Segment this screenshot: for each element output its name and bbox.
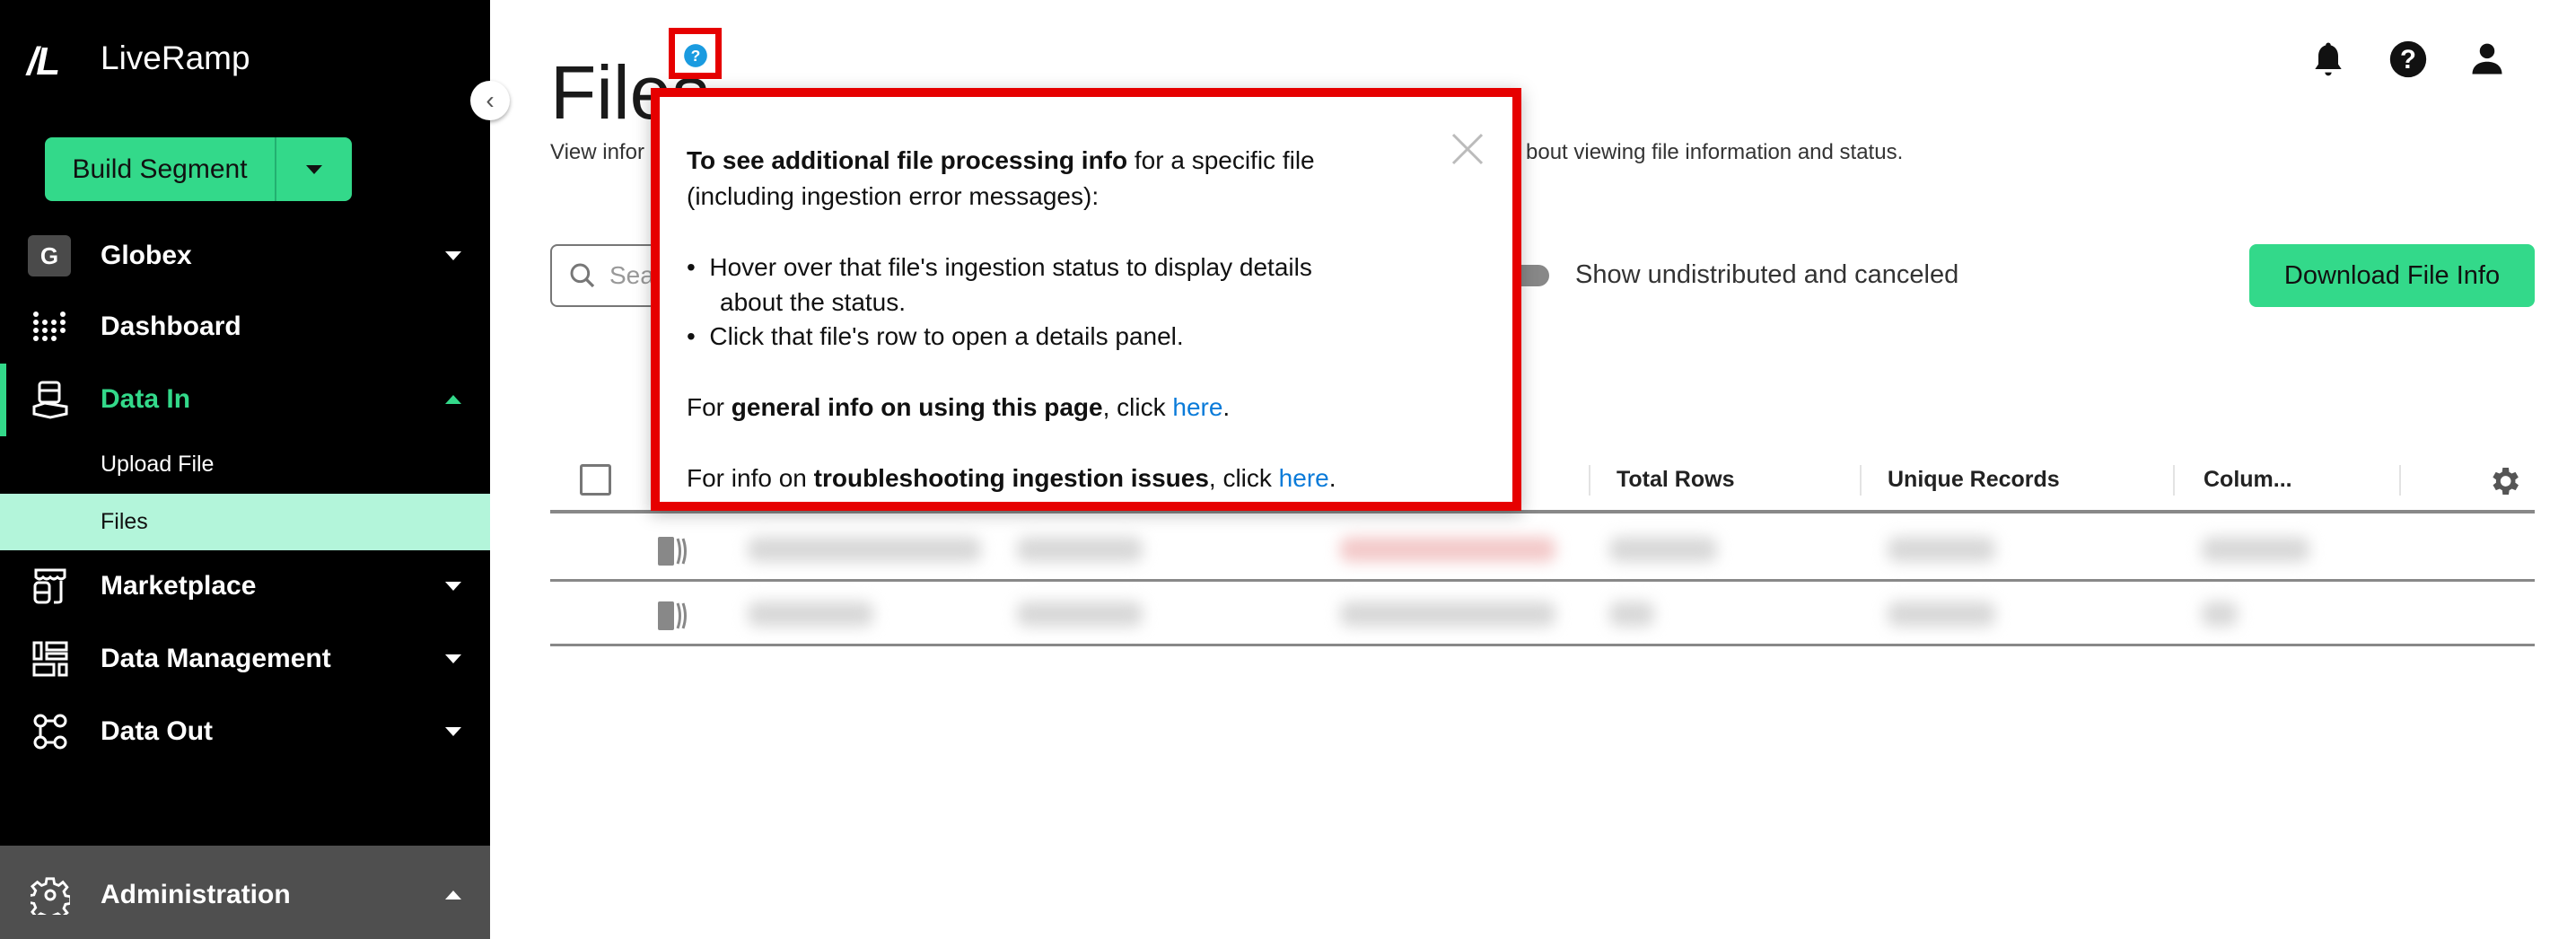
caret-down-icon [445, 582, 461, 591]
sidebar-item-label: Data Out [101, 716, 214, 746]
sidebar-item-data-in[interactable]: Data In [0, 368, 490, 431]
table-row[interactable] [550, 517, 2535, 582]
blurred-cell [2202, 601, 2238, 627]
blurred-cell [1888, 537, 1995, 562]
popover-bullet-cont: about the status. [720, 288, 907, 316]
caret-down-icon [445, 727, 461, 736]
popover-troubleshooting: For info on troubleshooting ingestion is… [687, 464, 1336, 492]
column-divider [2399, 465, 2401, 496]
page-subtitle-right: bout viewing file information and status… [1526, 140, 1904, 164]
build-segment-dropdown[interactable] [276, 137, 352, 201]
data-management-icon [0, 641, 101, 677]
dashboard-dots-icon [0, 311, 101, 343]
toggle-label: Show undistributed and canceled [1575, 260, 1959, 289]
help-popover: To see additional file processing info f… [651, 88, 1521, 511]
popover-bullet: • Hover over that file's ingestion statu… [687, 253, 1312, 281]
column-header-unique-records[interactable]: Unique Records [1888, 467, 2060, 493]
column-header-total-rows[interactable]: Total Rows [1617, 467, 1734, 493]
sidebar: /L LiveRamp Build Segment G Globex Dashb… [0, 0, 490, 939]
file-icon [658, 601, 687, 630]
org-label: Globex [101, 241, 192, 270]
bell-icon[interactable] [2309, 39, 2348, 79]
blurred-cell [1609, 537, 1717, 562]
sidebar-item-data-management[interactable]: Data Management [0, 627, 490, 690]
sidebar-item-administration[interactable]: Administration [0, 864, 490, 926]
blurred-cell [1017, 601, 1143, 627]
svg-text:?: ? [691, 47, 701, 65]
sidebar-item-data-out[interactable]: Data Out [0, 700, 490, 763]
blurred-cell [1609, 601, 1654, 627]
blurred-cell [748, 601, 873, 627]
liveramp-logo[interactable]: /L [27, 39, 60, 84]
blurred-cell [2202, 537, 2309, 562]
sidebar-admin-section: Administration [0, 846, 490, 939]
user-icon[interactable] [2467, 39, 2507, 79]
svg-text:?: ? [2400, 45, 2416, 75]
marketplace-icon [0, 566, 101, 606]
column-divider [1860, 465, 1862, 496]
popover-bullet: • Click that file's row to open a detail… [687, 322, 1184, 350]
build-segment-button-group: Build Segment [45, 137, 352, 201]
blurred-cell [1340, 601, 1555, 627]
brand-name: LiveRamp [101, 39, 250, 76]
sidebar-item-label: Data Management [101, 644, 331, 673]
search-icon [570, 263, 595, 288]
column-header-columns[interactable]: Colum... [2204, 467, 2292, 493]
sidebar-item-label: Dashboard [101, 312, 241, 341]
caret-down-icon [445, 654, 461, 663]
blurred-cell [1017, 537, 1143, 562]
caret-down-icon [306, 164, 322, 174]
sidebar-item-label: Administration [101, 880, 291, 909]
sidebar-subitem-files[interactable]: Files [0, 494, 490, 550]
gear-icon [0, 875, 101, 915]
sidebar-item-label: Marketplace [101, 571, 257, 601]
page-help-icon[interactable]: ? [683, 43, 708, 68]
data-in-icon [0, 380, 101, 419]
sidebar-subitem-upload-file[interactable]: Upload File [0, 437, 490, 491]
close-icon[interactable] [1450, 131, 1485, 167]
collapse-sidebar-button[interactable]: ‹ [470, 81, 510, 120]
popover-intro-line2: (including ingestion error messages): [687, 182, 1100, 210]
download-file-info-button[interactable]: Download File Info [2249, 244, 2535, 307]
blurred-cell [748, 537, 981, 562]
popover-general-info: For general info on using this page, cli… [687, 393, 1231, 421]
blurred-cell [1340, 537, 1555, 562]
popover-intro: To see additional file processing info f… [687, 146, 1315, 174]
sidebar-item-dashboard[interactable]: Dashboard [0, 295, 490, 358]
build-segment-button[interactable]: Build Segment [45, 137, 276, 201]
help-icon[interactable]: ? [2388, 39, 2428, 79]
table-settings-gear-icon[interactable] [2486, 463, 2522, 499]
page-subtitle-left: View infor [550, 140, 644, 164]
caret-up-icon [445, 395, 461, 404]
file-icon [658, 537, 687, 566]
caret-down-icon [445, 251, 461, 260]
column-divider [1589, 465, 1590, 496]
org-avatar: G [28, 235, 71, 276]
troubleshooting-link[interactable]: here [1279, 464, 1329, 492]
general-info-link[interactable]: here [1172, 393, 1222, 421]
search-placeholder: Sea [609, 261, 654, 289]
column-divider [2173, 465, 2175, 496]
table-row[interactable] [550, 582, 2535, 646]
org-switcher[interactable]: G Globex [0, 224, 490, 287]
blurred-cell [1888, 601, 1995, 627]
sidebar-item-marketplace[interactable]: Marketplace [0, 555, 490, 618]
chevron-left-icon: ‹ [486, 86, 495, 114]
sidebar-item-label: Data In [101, 384, 191, 414]
select-all-checkbox[interactable] [580, 464, 611, 496]
data-out-icon [0, 713, 101, 750]
caret-up-icon [445, 891, 461, 900]
